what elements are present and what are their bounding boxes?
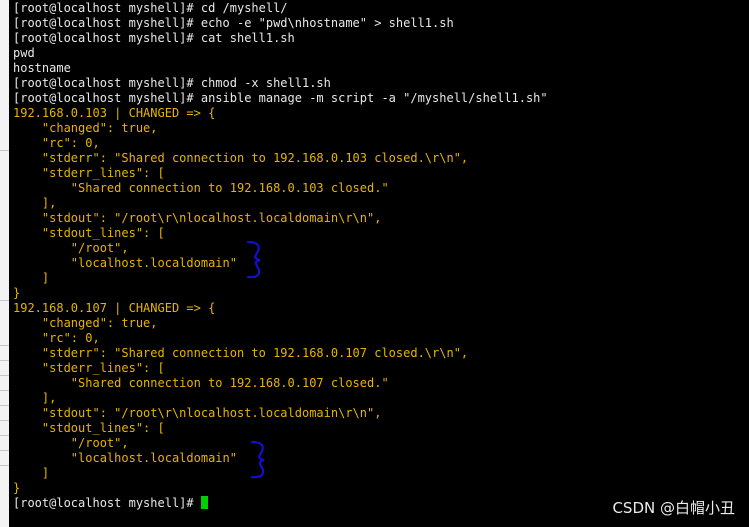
csdn-watermark: CSDN @白帽小丑 [612,499,735,517]
terminal-line: ] [13,271,50,285]
window-left-edge [0,0,9,527]
terminal-line: "stderr_lines": [ [13,166,165,180]
terminal-line: "stdout": "/root\r\nlocalhost.localdomai… [13,406,382,420]
terminal-line: [root@localhost myshell]# echo -e "pwd\n… [13,16,454,30]
terminal-line: "localhost.localdomain" [13,451,237,465]
terminal-line: [root@localhost myshell]# ansible manage… [13,91,548,105]
terminal-line: "localhost.localdomain" [13,256,237,270]
terminal-line: ], [13,391,57,405]
terminal-line: "stdout": "/root\r\nlocalhost.localdomai… [13,211,382,225]
terminal-line: "stderr": "Shared connection to 192.168.… [13,346,469,360]
terminal-line: "/root", [13,241,129,255]
terminal-line: "rc": 0, [13,331,100,345]
terminal-window[interactable]: [root@localhost myshell]# cd /myshell/[r… [0,0,749,527]
terminal-output: [root@localhost myshell]# cd /myshell/[r… [13,1,749,527]
shell-prompt: [root@localhost myshell]# [13,496,201,510]
terminal-line: } [13,286,21,300]
terminal-line: hostname [13,61,71,75]
terminal-line: [root@localhost myshell]# cat shell1.sh [13,31,295,45]
terminal-line: "/root", [13,436,129,450]
terminal-line: "Shared connection to 192.168.0.103 clos… [13,181,389,195]
terminal-line: "changed": true, [13,121,158,135]
annotation-brace-2 [250,440,265,479]
terminal-line: 192.168.0.107 | CHANGED => { [13,301,216,315]
terminal-line: "stderr_lines": [ [13,361,165,375]
annotation-brace-1 [246,240,261,279]
terminal-line: 192.168.0.103 | CHANGED => { [13,106,216,120]
terminal-line: "Shared connection to 192.168.0.107 clos… [13,376,389,390]
terminal-line: "changed": true, [13,316,158,330]
terminal-line: "rc": 0, [13,136,100,150]
terminal-line: "stderr": "Shared connection to 192.168.… [13,151,469,165]
terminal-line: [root@localhost myshell]# cd /myshell/ [13,1,288,15]
text-cursor [200,496,208,509]
terminal-line: } [13,481,21,495]
terminal-line: "stdout_lines": [ [13,421,165,435]
terminal-line: ], [13,196,57,210]
terminal-line: ] [13,466,50,480]
terminal-line: [root@localhost myshell]# chmod -x shell… [13,76,331,90]
terminal-line: pwd [13,46,35,60]
terminal-line: "stdout_lines": [ [13,226,165,240]
